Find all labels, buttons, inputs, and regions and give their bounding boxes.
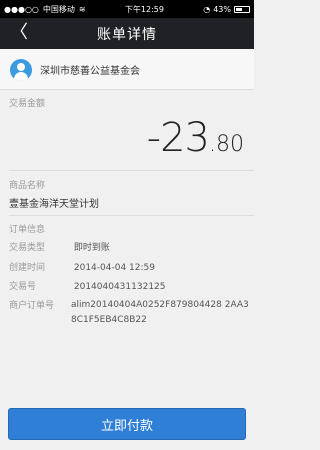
order-row-key: 创建时间 — [9, 263, 46, 273]
status-left: ●●●○○ 中国移动 ≋ — [4, 4, 86, 15]
wifi-icon: ≋ — [78, 4, 86, 14]
battery-icon — [234, 5, 250, 13]
divider — [9, 170, 254, 171]
amount-label: 交易金额 — [9, 99, 46, 109]
merchant-order-number: alim20140404A0252F879804428 2AA38C1F5EB4… — [71, 300, 249, 325]
order-header: 订单信息 — [9, 225, 46, 235]
order-row-merchant-order: 商户订单号 — [9, 298, 71, 311]
order-row-key: 交易号 — [9, 282, 37, 292]
order-row-key: 交易类型 — [9, 243, 46, 253]
product-value: 壹基金海洋天堂计划 — [9, 199, 99, 210]
pay-now-button[interactable]: 立即付款 — [8, 408, 246, 440]
order-row-value: 即时到账 — [73, 243, 110, 253]
lock-rotation-icon: ◔ — [203, 4, 211, 14]
carrier-label: 中国移动 — [42, 4, 75, 14]
user-avatar-icon — [10, 59, 32, 81]
amount-value: -23.80 — [147, 115, 244, 161]
order-row-value: 2014-04-04 12:59 — [73, 263, 155, 273]
order-row-type: 交易类型 即时到账 — [9, 240, 110, 253]
battery-percent: 43% — [213, 4, 231, 14]
signal-strength-icon: ●●●○○ — [4, 4, 39, 14]
amount-integer: -23 — [146, 115, 210, 161]
status-bar: ●●●○○ 中国移动 ≋ 下午12:59 ◔ 43% — [0, 0, 254, 18]
status-time: 下午12:59 — [124, 4, 164, 14]
page-title: 账单详情 — [97, 27, 157, 43]
order-row-created: 创建时间 2014-04-04 12:59 — [9, 260, 155, 273]
order-row-trade-no: 交易号 2014040431132125 — [9, 279, 166, 292]
status-right: ◔ 43% — [203, 5, 250, 14]
nav-bar: 〈 账单详情 — [0, 18, 254, 49]
amount-decimal: .80 — [209, 132, 244, 157]
merchant-name: 深圳市慈善公益基金会 — [40, 66, 140, 77]
divider — [9, 215, 254, 216]
merchant-row: 深圳市慈善公益基金会 — [0, 49, 254, 90]
order-row-key: 商户订单号 — [9, 301, 55, 311]
order-row-value: 2014040431132125 — [73, 282, 166, 292]
product-label: 商品名称 — [9, 181, 46, 191]
